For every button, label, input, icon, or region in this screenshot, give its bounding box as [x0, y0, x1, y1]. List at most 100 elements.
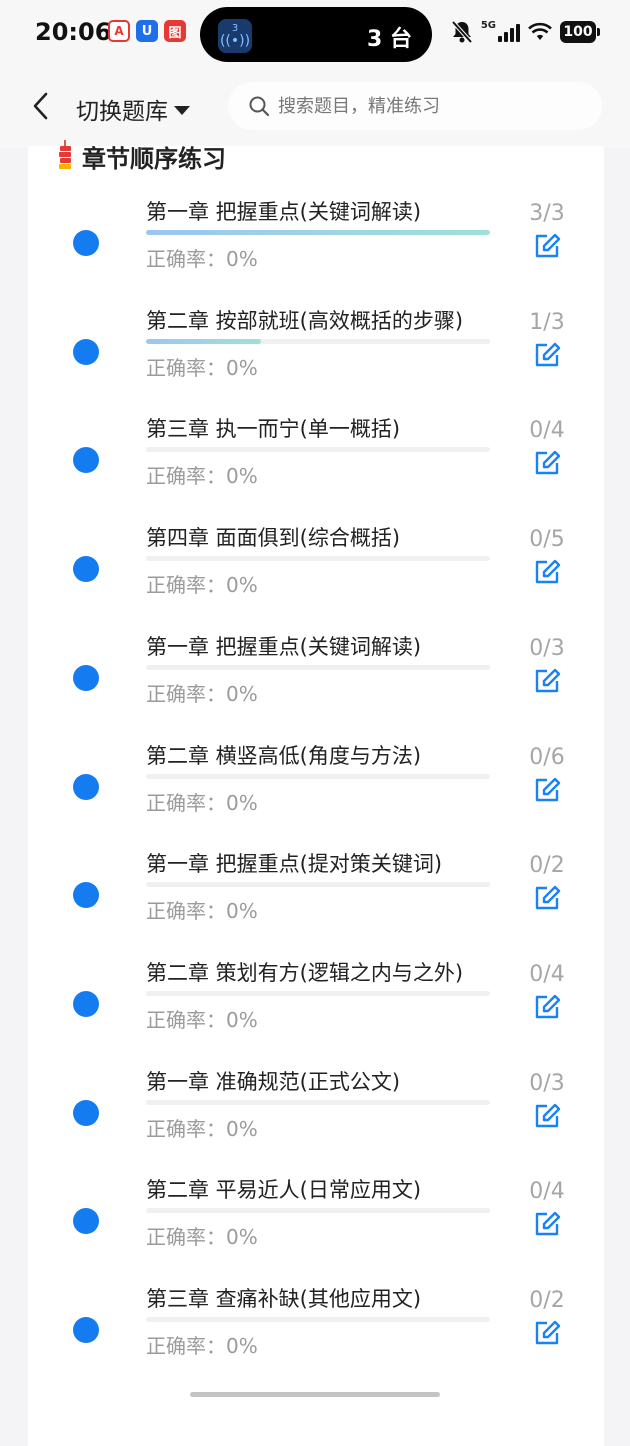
chapter-progress-bar [146, 556, 490, 562]
chapter-status-dot [73, 664, 99, 691]
chapter-item[interactable]: 第二章 横竖高低(角度与方法) 正确率：0% 0/6 [28, 740, 604, 848]
back-button[interactable] [24, 88, 56, 124]
battery-indicator: 100 [560, 21, 600, 43]
status-indicators: 5G 100 [451, 19, 600, 44]
edit-practice-icon[interactable] [533, 341, 561, 369]
cellular-signal-icon [498, 22, 520, 42]
chapter-accuracy: 正确率：0% [146, 1334, 258, 1358]
chapter-item[interactable]: 第一章 准确规范(正式公文) 正确率：0% 0/3 [28, 1066, 604, 1174]
chapter-accuracy: 正确率：0% [146, 681, 258, 706]
chapter-status-dot [73, 1099, 99, 1126]
chapter-item[interactable]: 第一章 把握重点(关键词解读) 正确率：0% 3/3 [28, 196, 604, 304]
search-icon [249, 96, 270, 117]
signal-wave-icon: ((•)) [219, 33, 251, 49]
header-bar: 切换题库 [0, 70, 630, 148]
dynamic-island[interactable]: 3 ((•)) 3 台 [200, 7, 432, 62]
edit-practice-icon[interactable] [533, 1319, 561, 1347]
chapter-accuracy: 正确率：0% [146, 573, 258, 598]
section-header: 章节顺序练习 [54, 138, 226, 174]
chapter-progress-bar [146, 1208, 490, 1214]
scroll-indicator[interactable] [190, 1392, 440, 1397]
switch-question-bank-button[interactable]: 切换题库 [76, 92, 190, 126]
chapter-status-dot [73, 447, 99, 474]
chapter-question-count: 3/3 [529, 201, 565, 226]
chapter-accuracy: 正确率：0% [146, 247, 258, 271]
status-bar: 20:06 A U 图 3 ((•)) 3 台 5G 100 [0, 0, 630, 70]
bell-mute-icon [451, 20, 473, 44]
status-app-icons: A U 图 [108, 20, 186, 42]
chapter-title: 第二章 策划有方(逻辑之内与之外) [146, 960, 464, 985]
notification-app-icon: A [108, 20, 130, 42]
chapter-item[interactable]: 第一章 把握重点(提对策关键词) 正确率：0% 0/2 [28, 848, 604, 956]
edit-practice-icon[interactable] [533, 1210, 561, 1238]
switch-bank-label: 切换题库 [76, 99, 168, 125]
chapter-title: 第一章 把握重点(关键词解读) [146, 200, 422, 224]
chapter-progress-bar [146, 882, 490, 888]
chapter-accuracy: 正确率：0% [146, 1225, 258, 1250]
chapter-question-count: 0/4 [529, 1179, 565, 1205]
edit-practice-icon[interactable] [533, 558, 561, 586]
chapter-accuracy: 正确率：0% [146, 1007, 258, 1032]
network-type: 5G [480, 19, 496, 31]
chapter-item[interactable]: 第二章 策划有方(逻辑之内与之外) 正确率：0% 0/4 [28, 957, 604, 1065]
wifi-icon [528, 22, 552, 42]
chapter-status-dot [73, 1317, 99, 1343]
edit-practice-icon[interactable] [533, 232, 561, 260]
chapter-progress-bar [146, 338, 490, 344]
section-title: 章节顺序练习 [82, 144, 226, 173]
firecracker-icon [59, 140, 71, 169]
chapter-status-dot [73, 773, 99, 800]
chapter-accuracy: 正确率：0% [146, 355, 258, 380]
edit-practice-icon[interactable] [533, 993, 561, 1021]
edit-practice-icon[interactable] [533, 449, 561, 477]
chapter-progress-fill [146, 338, 261, 344]
chapter-title: 第四章 面面俱到(综合概括) [146, 526, 401, 551]
chapter-item[interactable]: 第二章 平易近人(日常应用文) 正确率：0% 0/4 [28, 1174, 604, 1282]
chapter-question-count: 0/4 [529, 418, 565, 444]
chapter-accuracy: 正确率：0% [146, 464, 258, 489]
chapter-title: 第二章 按部就班(高效概括的步骤) [146, 308, 464, 333]
chapter-item[interactable]: 第二章 按部就班(高效概括的步骤) 正确率：0% 1/3 [28, 305, 604, 413]
edit-practice-icon[interactable] [533, 1102, 561, 1130]
chapter-progress-bar [146, 773, 490, 779]
chapter-title: 第一章 把握重点(关键词解读) [146, 634, 422, 659]
chapter-progress-bar [146, 1317, 490, 1322]
chapter-item[interactable]: 第四章 面面俱到(综合概括) 正确率：0% 0/5 [28, 522, 604, 630]
chapter-progress-bar [146, 230, 490, 235]
chapter-status-dot [73, 990, 99, 1017]
chapter-status-dot [73, 882, 99, 909]
chapter-item[interactable]: 第三章 执一而宁(单一概括) 正确率：0% 0/4 [28, 413, 604, 521]
chapter-question-count: 0/4 [529, 961, 565, 987]
chapter-status-dot [73, 230, 99, 256]
edit-practice-icon[interactable] [533, 667, 561, 695]
status-time: 20:06 [35, 18, 112, 46]
edit-practice-icon[interactable] [533, 884, 561, 912]
chapter-title: 第三章 执一而宁(单一概括) [146, 417, 401, 442]
notification-app-icon: 图 [164, 20, 186, 42]
chapter-question-count: 0/6 [529, 744, 565, 770]
chapter-question-count: 0/5 [529, 527, 565, 553]
chapter-question-count: 0/3 [529, 1070, 565, 1096]
chapter-question-count: 0/3 [529, 635, 565, 661]
search-input[interactable] [276, 94, 596, 118]
chapter-progress-bar [146, 447, 490, 453]
chapter-progress-bar [146, 1099, 490, 1105]
edit-practice-icon[interactable] [533, 776, 561, 804]
chapter-item[interactable]: 第三章 查痛补缺(其他应用文) 正确率：0% 0/2 [28, 1283, 604, 1391]
search-box[interactable] [228, 82, 602, 130]
chapter-accuracy: 正确率：0% [146, 899, 258, 924]
notification-app-icon: U [136, 20, 158, 42]
chapter-question-count: 0/2 [529, 1288, 565, 1313]
chapter-item[interactable]: 第一章 把握重点(关键词解读) 正确率：0% 0/3 [28, 631, 604, 739]
chapter-accuracy: 正确率：0% [146, 1116, 258, 1141]
chapter-title: 第一章 把握重点(提对策关键词) [146, 852, 443, 877]
chapter-title: 第二章 平易近人(日常应用文) [146, 1178, 422, 1203]
chapter-question-count: 0/2 [529, 853, 565, 879]
chapter-accuracy: 正确率：0% [146, 790, 258, 815]
island-device-count: 3 台 [367, 27, 412, 52]
chapter-progress-bar [146, 990, 490, 996]
chapter-progress-bar [146, 664, 490, 670]
chapter-title: 第二章 横竖高低(角度与方法) [146, 743, 422, 768]
caret-down-icon [174, 105, 190, 115]
chapter-progress-fill [146, 230, 490, 235]
